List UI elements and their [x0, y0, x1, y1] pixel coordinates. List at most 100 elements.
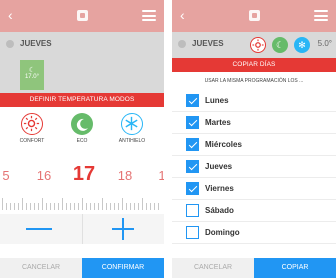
- day-name: Martes: [205, 118, 231, 127]
- ruler-tick: [34, 203, 35, 210]
- checkbox[interactable]: [186, 204, 199, 217]
- ruler-tick: [50, 203, 51, 210]
- ruler-tick: [142, 198, 143, 210]
- top-bar: ‹: [172, 0, 336, 32]
- list-item[interactable]: Lunes: [172, 90, 336, 112]
- action-bar: CANCELAR COPIAR: [172, 258, 336, 278]
- list-item[interactable]: Sábado: [172, 200, 336, 222]
- ruler-tick: [130, 203, 131, 210]
- checkbox[interactable]: [186, 182, 199, 195]
- checkbox[interactable]: [186, 138, 199, 151]
- mode-confort-button[interactable]: CONFORT: [12, 113, 52, 144]
- stepper: [0, 214, 164, 244]
- ruler-tick: [90, 203, 91, 210]
- menu-icon[interactable]: [142, 10, 156, 21]
- day-dot-icon: [178, 40, 186, 48]
- ruler-tick: [22, 198, 23, 210]
- list-item[interactable]: Viernes: [172, 178, 336, 200]
- list-item[interactable]: Domingo: [172, 222, 336, 244]
- ruler-tick: [154, 203, 155, 210]
- day-temperature: 5.0°: [317, 39, 332, 48]
- day-name: Sábado: [205, 206, 234, 215]
- app-logo-icon: [77, 10, 88, 21]
- day-name: Lunes: [205, 96, 229, 105]
- ruler-ticks: [0, 194, 164, 210]
- cancel-button[interactable]: CANCELAR: [172, 258, 254, 278]
- ruler-tick: [126, 203, 127, 210]
- list-item[interactable]: Martes: [172, 112, 336, 134]
- ruler-tick: [58, 203, 59, 210]
- day-name: Domingo: [205, 228, 240, 237]
- moon-icon: [71, 113, 93, 135]
- ruler-tick: [138, 203, 139, 210]
- ruler-tick: [98, 203, 99, 210]
- mode-label: ANTIHIELO: [118, 138, 146, 144]
- day-name: Viernes: [205, 184, 234, 193]
- menu-icon[interactable]: [314, 10, 328, 21]
- app-logo-icon: [249, 10, 260, 21]
- sun-icon: [21, 113, 43, 135]
- minus-button[interactable]: [0, 214, 82, 244]
- copy-subtitle: USAR LA MISMA PROGRAMACIÓN LOS ...: [204, 78, 304, 84]
- overlay-title: DEFINIR TEMPERATURA MODOS: [0, 93, 164, 107]
- ruler-tick: [82, 198, 83, 210]
- checkbox[interactable]: [186, 226, 199, 239]
- selected-temperature: 17: [72, 163, 96, 185]
- ruler-tick: [118, 203, 119, 210]
- ruler-tick: [2, 198, 3, 210]
- temperature-ruler[interactable]: 5 16 17 18 1: [0, 160, 164, 212]
- copy-button[interactable]: COPIAR: [254, 258, 336, 278]
- day-label: JUEVES: [20, 39, 52, 48]
- day-name: Miércoles: [205, 140, 242, 149]
- confirm-button[interactable]: CONFIRMAR: [82, 258, 164, 278]
- mode-label: ECO: [76, 138, 88, 144]
- top-bar: ‹: [0, 0, 164, 32]
- back-icon[interactable]: ‹: [8, 8, 18, 22]
- day-row: JUEVES: [0, 34, 164, 56]
- ruler-tick: [14, 203, 15, 210]
- list-item[interactable]: Jueves: [172, 156, 336, 178]
- day-label: JUEVES: [192, 39, 224, 48]
- mode-selector: CONFORT ECO ANTIHIELO: [0, 107, 164, 153]
- plus-button[interactable]: [82, 214, 164, 244]
- ruler-tick: [42, 198, 43, 210]
- checkbox[interactable]: [186, 94, 199, 107]
- ruler-tick: [30, 203, 31, 210]
- checkbox[interactable]: [186, 116, 199, 129]
- ruler-tick: [70, 203, 71, 210]
- ruler-number: 5: [2, 168, 10, 183]
- overlay-title: COPIAR DÍAS: [172, 58, 336, 72]
- ruler-tick: [46, 203, 47, 210]
- mode-eco-button[interactable]: ECO: [62, 113, 102, 144]
- snowflake-icon: ✻: [294, 37, 310, 53]
- ruler-tick: [106, 203, 107, 210]
- ruler-tick: [78, 203, 79, 210]
- mode-antihielo-button[interactable]: ANTIHIELO: [112, 113, 152, 144]
- sun-icon: [250, 37, 266, 53]
- ruler-tick: [38, 203, 39, 210]
- ruler-tick: [102, 198, 103, 210]
- ruler-number: 1: [158, 168, 164, 183]
- tile-temp: 17.0°: [24, 74, 40, 80]
- ruler-tick: [122, 198, 123, 210]
- ruler-tick: [54, 203, 55, 210]
- ruler-tick: [158, 203, 159, 210]
- back-icon[interactable]: ‹: [180, 8, 190, 22]
- snowflake-icon: [121, 113, 143, 135]
- ruler-number: 18: [117, 168, 133, 183]
- ruler-number: 16: [36, 168, 52, 183]
- ruler-tick: [10, 203, 11, 210]
- ruler-tick: [62, 198, 63, 210]
- day-row: JUEVES ☾ ✻ 5.0°: [172, 34, 336, 56]
- eco-period-tile: ☾ 17.0°: [20, 60, 44, 90]
- ruler-tick: [114, 203, 115, 210]
- list-item[interactable]: Miércoles: [172, 134, 336, 156]
- ruler-tick: [146, 203, 147, 210]
- cancel-button[interactable]: CANCELAR: [0, 258, 82, 278]
- checkbox[interactable]: [186, 160, 199, 173]
- copy-days-screen: ‹ JUEVES ☾ ✻ 5.0° COPIAR DÍAS USAR LA MI…: [172, 0, 336, 278]
- ruler-tick: [66, 203, 67, 210]
- action-bar: CANCELAR CONFIRMAR: [0, 258, 164, 278]
- ruler-tick: [150, 203, 151, 210]
- minus-icon: [26, 228, 52, 230]
